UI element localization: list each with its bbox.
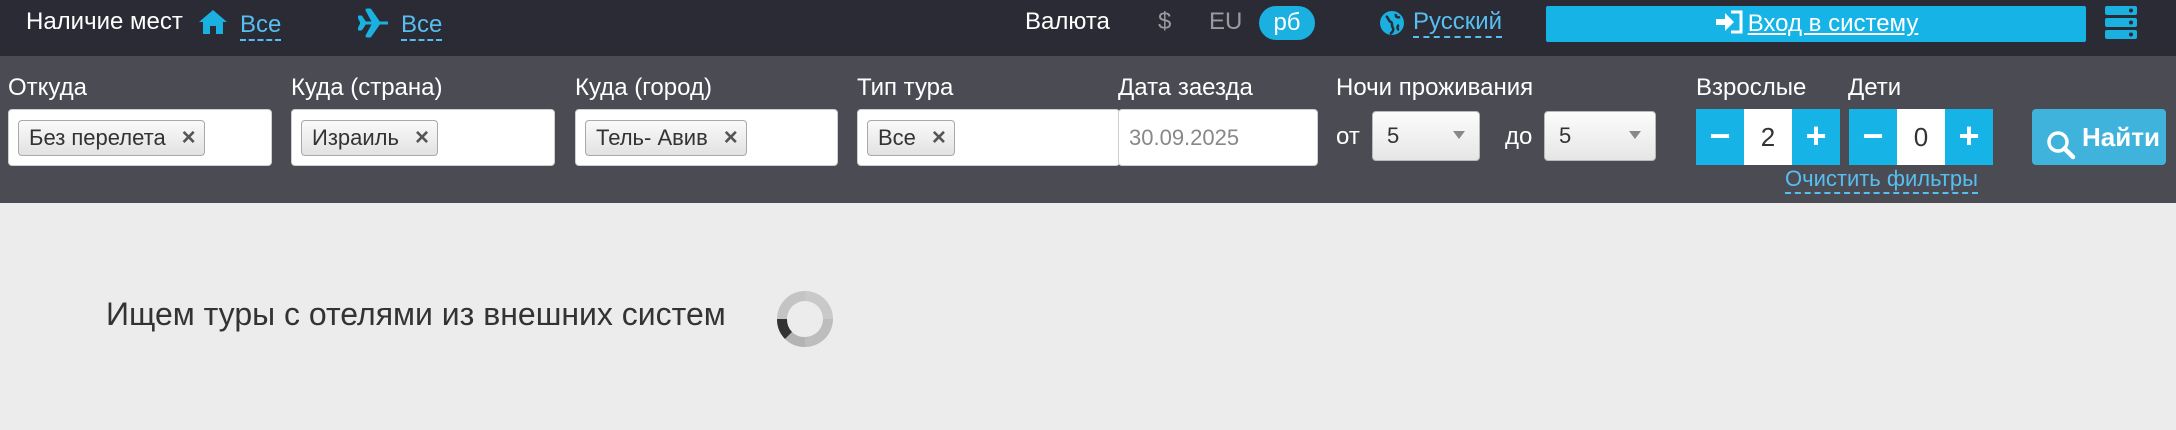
availability-hotels-all-link[interactable]: Все <box>240 11 282 41</box>
nights-to-select[interactable]: 5 <box>1544 111 1656 161</box>
plane-icon <box>357 8 390 38</box>
adults-minus-button[interactable]: − <box>1696 109 1744 165</box>
from-select[interactable]: Без перелета × <box>8 109 272 166</box>
adults-count: 2 <box>1744 109 1792 165</box>
search-button[interactable]: Найти <box>2032 109 2166 165</box>
tour-type-tag-label: Все <box>878 125 916 150</box>
menu-icon[interactable] <box>2104 4 2138 42</box>
remove-icon[interactable]: × <box>724 121 738 155</box>
clear-filters-link[interactable]: Очистить фильтры <box>1785 166 1978 194</box>
nights-from-select[interactable]: 5 <box>1372 111 1480 161</box>
remove-icon[interactable]: × <box>182 121 196 155</box>
checkin-date-input[interactable]: 30.09.2025 <box>1118 109 1318 166</box>
nights-from-value: 5 <box>1387 123 1400 148</box>
tour-type-tag: Все × <box>867 120 955 156</box>
currency-eur-option[interactable]: EU <box>1209 8 1242 36</box>
chevron-down-icon <box>1629 131 1641 139</box>
availability-flights-all-link[interactable]: Все <box>401 11 443 41</box>
from-tag: Без перелета × <box>18 120 205 156</box>
remove-icon[interactable]: × <box>415 121 429 155</box>
filter-bar: Откуда Без перелета × Куда (страна) Изра… <box>0 56 2176 203</box>
nights-label: Ночи проживания <box>1336 74 1534 101</box>
checkin-label: Дата заезда <box>1118 74 1253 101</box>
currency-usd-option[interactable]: $ <box>1158 8 1171 36</box>
to-country-tag-label: Израиль <box>312 125 399 150</box>
login-icon <box>1714 9 1744 35</box>
remove-icon[interactable]: × <box>932 121 946 155</box>
children-minus-button[interactable]: − <box>1849 109 1897 165</box>
tour-type-label: Тип тура <box>857 74 954 101</box>
login-button[interactable]: Вход в систему <box>1546 6 2086 42</box>
children-plus-button[interactable]: + <box>1945 109 1993 165</box>
children-count: 0 <box>1897 109 1945 165</box>
children-label: Дети <box>1848 74 1902 101</box>
search-button-label: Найти <box>2082 122 2160 152</box>
loading-spinner-icon <box>776 290 834 348</box>
to-city-label: Куда (город) <box>575 74 712 101</box>
to-country-label: Куда (страна) <box>291 74 443 101</box>
nights-to-label: до <box>1505 123 1533 150</box>
adults-label: Взрослые <box>1696 74 1807 101</box>
to-city-tag-label: Тель- Авив <box>596 125 708 150</box>
tour-type-select[interactable]: Все × <box>857 109 1120 166</box>
from-label: Откуда <box>8 74 87 101</box>
language-link[interactable]: Русский <box>1413 8 1503 38</box>
to-country-tag: Израиль × <box>301 120 438 156</box>
nights-from-label: от <box>1336 123 1360 150</box>
home-icon <box>198 9 228 35</box>
from-tag-label: Без перелета <box>29 125 166 150</box>
currency-label: Валюта <box>1025 8 1110 35</box>
globe-icon <box>1378 9 1406 37</box>
to-country-select[interactable]: Израиль × <box>291 109 555 166</box>
to-city-select[interactable]: Тель- Авив × <box>575 109 838 166</box>
search-status-text: Ищем туры с отелями из внешних систем <box>106 296 726 332</box>
to-city-tag: Тель- Авив × <box>585 120 747 156</box>
currency-rub-option[interactable]: рб <box>1259 6 1315 40</box>
login-label: Вход в систему <box>1747 10 1919 37</box>
availability-label: Наличие мест <box>26 8 183 35</box>
search-icon <box>2046 123 2076 160</box>
chevron-down-icon <box>1453 131 1465 139</box>
top-bar: Наличие мест Все Все Валюта $ EU рб Русс… <box>0 0 2176 56</box>
adults-plus-button[interactable]: + <box>1792 109 1840 165</box>
nights-to-value: 5 <box>1559 123 1572 148</box>
